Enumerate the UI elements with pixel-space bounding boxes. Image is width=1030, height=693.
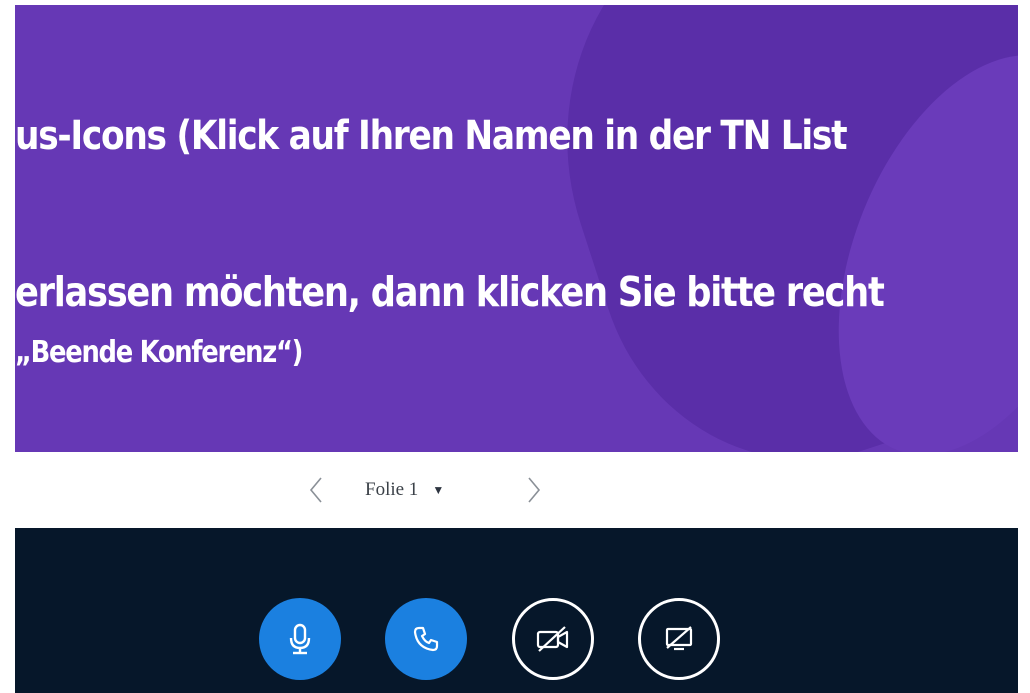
action-bar <box>15 528 1018 693</box>
phone-icon <box>413 626 439 652</box>
current-slide-label: Folie 1 <box>365 479 419 500</box>
presentation-slide: us-Icons (Klick auf Ihren Namen in der T… <box>15 5 1018 452</box>
chevron-left-icon <box>309 477 322 503</box>
chevron-right-icon <box>528 477 541 503</box>
caret-down-icon: ▼ <box>432 482 445 497</box>
microphone-button[interactable] <box>259 598 341 680</box>
microphone-icon <box>289 623 311 655</box>
next-slide-button[interactable] <box>521 474 547 506</box>
slide-text-line-2: erlassen möchten, dann klicken Sie bitte… <box>15 268 885 316</box>
slide-text-line-1: us-Icons (Klick auf Ihren Namen in der T… <box>15 113 848 159</box>
slide-select-dropdown[interactable]: Folie 1 ▼ <box>365 476 444 504</box>
previous-slide-button[interactable] <box>303 474 329 506</box>
screen-share-button[interactable] <box>638 598 720 680</box>
video-off-icon <box>536 626 569 652</box>
slide-navigation-bar: Folie 1 ▼ <box>15 452 1018 529</box>
screen-share-off-icon <box>665 626 693 651</box>
phone-button[interactable] <box>385 598 467 680</box>
slide-text-line-3: „Beende Konferenz“) <box>15 335 303 370</box>
video-toggle-button[interactable] <box>512 598 594 680</box>
